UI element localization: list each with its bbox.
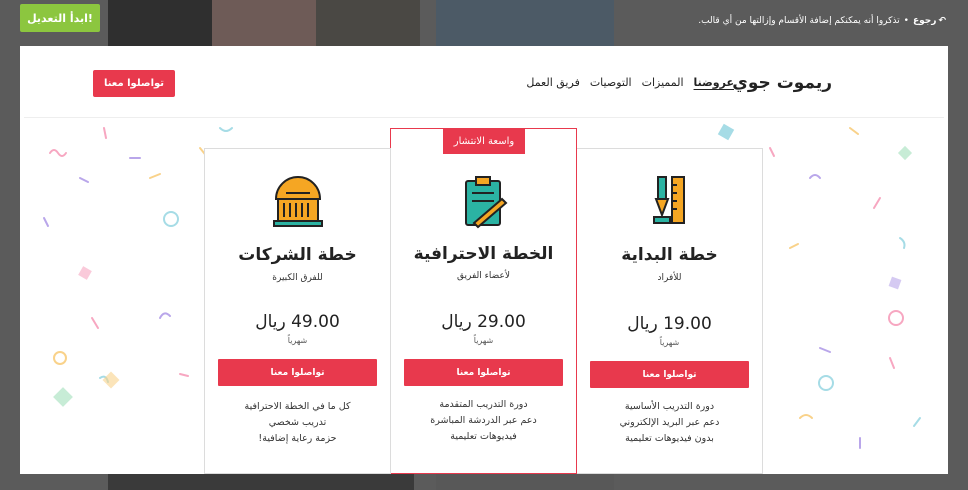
plan-contact-button[interactable]: تواصلوا معنا (404, 359, 563, 386)
main-menu: عروضنا المميزات التوصيات فريق العمل (526, 76, 734, 89)
plan-price: 19.00 ريال (627, 314, 712, 334)
plan-contact-button[interactable]: تواصلوا معنا (218, 359, 377, 386)
plan-subtitle: للأفراد (657, 273, 682, 283)
back-arrow-icon: ↶ (938, 16, 946, 26)
feature-item: دورة التدريب المتقدمة (439, 399, 528, 410)
plan-features: كل ما في الخطة الاحترافية تدريب شخصي حزم… (205, 399, 390, 447)
back-link[interactable]: ↶ رجوع (913, 16, 946, 26)
plan-price: 29.00 ريال (441, 312, 526, 332)
popular-badge: واسعة الانتشار (443, 128, 525, 154)
plan-title: الخطة الاحترافية (413, 244, 554, 264)
menu-item-testimonials[interactable]: التوصيات (590, 76, 632, 89)
header-contact-button[interactable]: تواصلوا معنا (93, 70, 175, 97)
pricing-card-enterprise: خطة الشركات للفرق الكبيرة 49.00 ريال شهر… (204, 148, 391, 474)
site-header: RJ ريموت جوي عروضنا المميزات التوصيات فر… (20, 46, 948, 118)
back-label: رجوع (912, 16, 937, 26)
page-preview: RJ ريموت جوي عروضنا المميزات التوصيات فر… (20, 46, 948, 474)
feature-item: دورة التدريب الأساسية (624, 401, 715, 412)
plan-subtitle: للفرق الكبيرة (272, 273, 323, 283)
pricing-card-professional: واسعة الانتشار الخطة الاحترافية لأعضاء ا… (390, 128, 577, 474)
logo-icon[interactable]: RJ (840, 62, 874, 104)
background-site-top (436, 0, 614, 46)
background-image (316, 0, 420, 46)
building-icon (272, 176, 323, 227)
feature-item: دعم عبر الدردشة المباشرة (430, 415, 537, 426)
menu-item-features[interactable]: المميزات (642, 76, 684, 89)
background-image (212, 0, 316, 46)
notice-text: تذكروا أنه يمكنكم إضافة الأقسام وإزالتها… (698, 16, 900, 26)
start-editing-button[interactable]: ابدأ التعديل! (20, 4, 100, 32)
plan-contact-button[interactable]: تواصلوا معنا (590, 361, 749, 388)
feature-item: تدريب شخصي (268, 417, 327, 428)
feature-item: دعم عبر البريد الإلكتروني (619, 417, 720, 428)
plan-period: شهرياً (287, 336, 308, 345)
background-site-bottom (108, 474, 414, 490)
brand-name[interactable]: ريموت جوي (732, 73, 832, 93)
feature-item: بدون فيديوهات تعليمية (625, 433, 714, 444)
menu-item-offers[interactable]: عروضنا (694, 76, 734, 89)
background-site-bottom (436, 474, 614, 490)
clipboard-ruler-icon (464, 176, 507, 229)
plan-subtitle: لأعضاء الفريق (457, 271, 510, 281)
plan-title: خطة الشركات (238, 245, 357, 265)
pen-ruler-icon (652, 176, 685, 224)
plan-period: شهرياً (473, 336, 494, 345)
background-site-top (108, 0, 420, 46)
editor-notice: ↶ رجوع • تذكروا أنه يمكنكم إضافة الأقسام… (698, 16, 946, 26)
bullet-separator: • (903, 16, 909, 26)
feature-item: فيديوهات تعليمية (450, 431, 517, 442)
feature-item: كل ما في الخطة الاحترافية (244, 401, 351, 412)
pricing-card-starter: خطة البداية للأفراد 19.00 ريال شهرياً تو… (576, 148, 763, 474)
menu-item-team[interactable]: فريق العمل (526, 76, 579, 89)
plan-title: خطة البداية (621, 245, 718, 265)
plan-price: 49.00 ريال (255, 312, 340, 332)
feature-item: حزمة رعاية إضافية! (258, 433, 337, 444)
background-image (108, 0, 212, 46)
plan-features: دورة التدريب الأساسية دعم عبر البريد الإ… (577, 399, 762, 447)
plan-features: دورة التدريب المتقدمة دعم عبر الدردشة ال… (391, 397, 576, 445)
plan-period: شهرياً (659, 338, 680, 347)
header-divider (24, 117, 944, 118)
